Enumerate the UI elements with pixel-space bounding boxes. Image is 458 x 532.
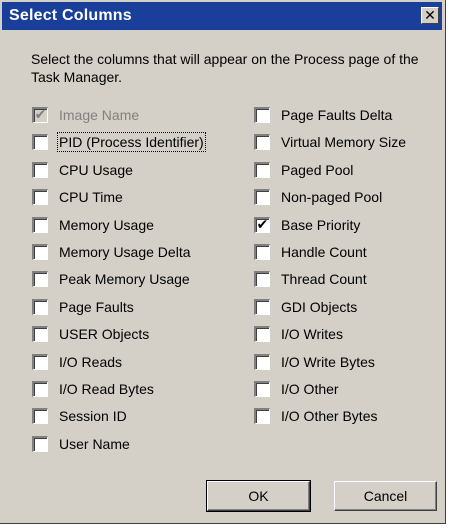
checkbox-gdi-objects[interactable]: GDI Objects [254,298,357,316]
checkbox-label[interactable]: CPU Time [59,189,123,205]
checkbox-box[interactable] [254,299,270,315]
checkbox-box[interactable] [254,271,270,287]
checkbox-user-objects[interactable]: USER Objects [32,325,149,343]
checkbox-label[interactable]: Paged Pool [281,162,353,178]
checkbox-box[interactable] [254,107,270,123]
checkbox-box[interactable] [32,217,48,233]
checkbox-box[interactable] [254,354,270,370]
checkbox-box[interactable] [254,162,270,178]
checkbox-user-name[interactable]: User Name [32,435,130,453]
checkbox-label[interactable]: Non-paged Pool [281,189,382,205]
checkbox-label: Image Name [59,107,140,123]
checkbox-i-o-read-bytes[interactable]: I/O Read Bytes [32,380,154,398]
checkbox-label[interactable]: Session ID [59,408,127,424]
checkbox-box[interactable] [32,189,48,205]
checkbox-peak-memory-usage[interactable]: Peak Memory Usage [32,270,190,288]
checkbox-label[interactable]: PID (Process Identifier) [57,132,206,152]
checkbox-box[interactable] [254,408,270,424]
checkbox-thread-count[interactable]: Thread Count [254,270,367,288]
instructions-text: Select the columns that will appear on t… [31,51,419,85]
checkbox-label[interactable]: USER Objects [59,326,149,342]
checkbox-label[interactable]: User Name [59,436,130,452]
checkbox-label[interactable]: Virtual Memory Size [281,134,406,150]
checkbox-label[interactable]: CPU Usage [59,162,133,178]
checkbox-box[interactable] [254,244,270,260]
checkbox-label[interactable]: Peak Memory Usage [59,271,190,287]
checkbox-box[interactable] [254,134,270,150]
checkbox-handle-count[interactable]: Handle Count [254,243,367,261]
checkbox-session-id[interactable]: Session ID [32,407,127,425]
checkbox-label[interactable]: I/O Other [281,381,339,397]
checkbox-box: ✔ [32,106,48,123]
checkbox-label[interactable]: I/O Write Bytes [281,354,375,370]
checkbox-base-priority[interactable]: ✔ Base Priority [254,216,360,234]
checkbox-box[interactable]: ✔ [254,216,270,233]
close-icon: ✕ [424,7,436,23]
dialog-title: Select Columns [9,7,132,24]
checkbox-cpu-time[interactable]: CPU Time [32,188,123,206]
checkbox-box[interactable] [32,244,48,260]
checkbox-box[interactable] [254,326,270,342]
checkbox-i-o-reads[interactable]: I/O Reads [32,353,122,371]
checkbox-memory-usage[interactable]: Memory Usage [32,216,154,234]
checkbox-label[interactable]: Thread Count [281,271,367,287]
checkbox-label[interactable]: Page Faults Delta [281,107,392,123]
checkbox-image-name: ✔ Image Name [32,106,139,124]
checkbox-non-paged-pool[interactable]: Non-paged Pool [254,188,382,206]
cancel-button[interactable]: Cancel [334,481,437,511]
select-columns-dialog: Select Columns ✕ Select the columns that… [0,0,446,524]
checkbox-label[interactable]: Memory Usage Delta [59,244,191,260]
checkbox-label[interactable]: I/O Other Bytes [281,408,377,424]
checkbox-label[interactable]: Page Faults [59,299,134,315]
checkbox-box[interactable] [32,299,48,315]
close-button[interactable]: ✕ [421,7,439,24]
checkbox-box[interactable] [32,326,48,342]
checkbox-i-o-writes[interactable]: I/O Writes [254,325,343,343]
checkmark-icon: ✔ [34,106,47,122]
checkbox-box[interactable] [32,134,48,150]
checkbox-label[interactable]: I/O Writes [281,326,343,342]
checkbox-page-faults[interactable]: Page Faults [32,298,134,316]
checkbox-i-o-other-bytes[interactable]: I/O Other Bytes [254,407,377,425]
checkbox-box[interactable] [32,436,48,452]
checkbox-box[interactable] [254,189,270,205]
checkbox-label[interactable]: I/O Reads [59,354,122,370]
checkbox-paged-pool[interactable]: Paged Pool [254,161,353,179]
checkbox-box[interactable] [32,162,48,178]
ok-button[interactable]: OK [206,480,311,512]
checkbox-box[interactable] [32,381,48,397]
title-bar[interactable]: Select Columns ✕ [2,2,442,30]
checkbox-box[interactable] [32,408,48,424]
checkbox-page-faults-delta[interactable]: Page Faults Delta [254,106,392,124]
checkbox-pid-process-identifier[interactable]: PID (Process Identifier) [32,132,206,152]
checkbox-label[interactable]: Handle Count [281,244,367,260]
checkbox-box[interactable] [254,381,270,397]
checkbox-cpu-usage[interactable]: CPU Usage [32,161,133,179]
checkbox-virtual-memory-size[interactable]: Virtual Memory Size [254,133,406,151]
checkbox-label[interactable]: I/O Read Bytes [59,381,154,397]
checkbox-i-o-other[interactable]: I/O Other [254,380,339,398]
checkbox-label[interactable]: GDI Objects [281,299,357,315]
checkbox-memory-usage-delta[interactable]: Memory Usage Delta [32,243,191,261]
checkbox-label[interactable]: Memory Usage [59,217,154,233]
checkbox-box[interactable] [32,354,48,370]
checkbox-i-o-write-bytes[interactable]: I/O Write Bytes [254,353,375,371]
checkbox-label[interactable]: Base Priority [281,217,360,233]
checkbox-box[interactable] [32,271,48,287]
checkmark-icon: ✔ [256,216,269,232]
